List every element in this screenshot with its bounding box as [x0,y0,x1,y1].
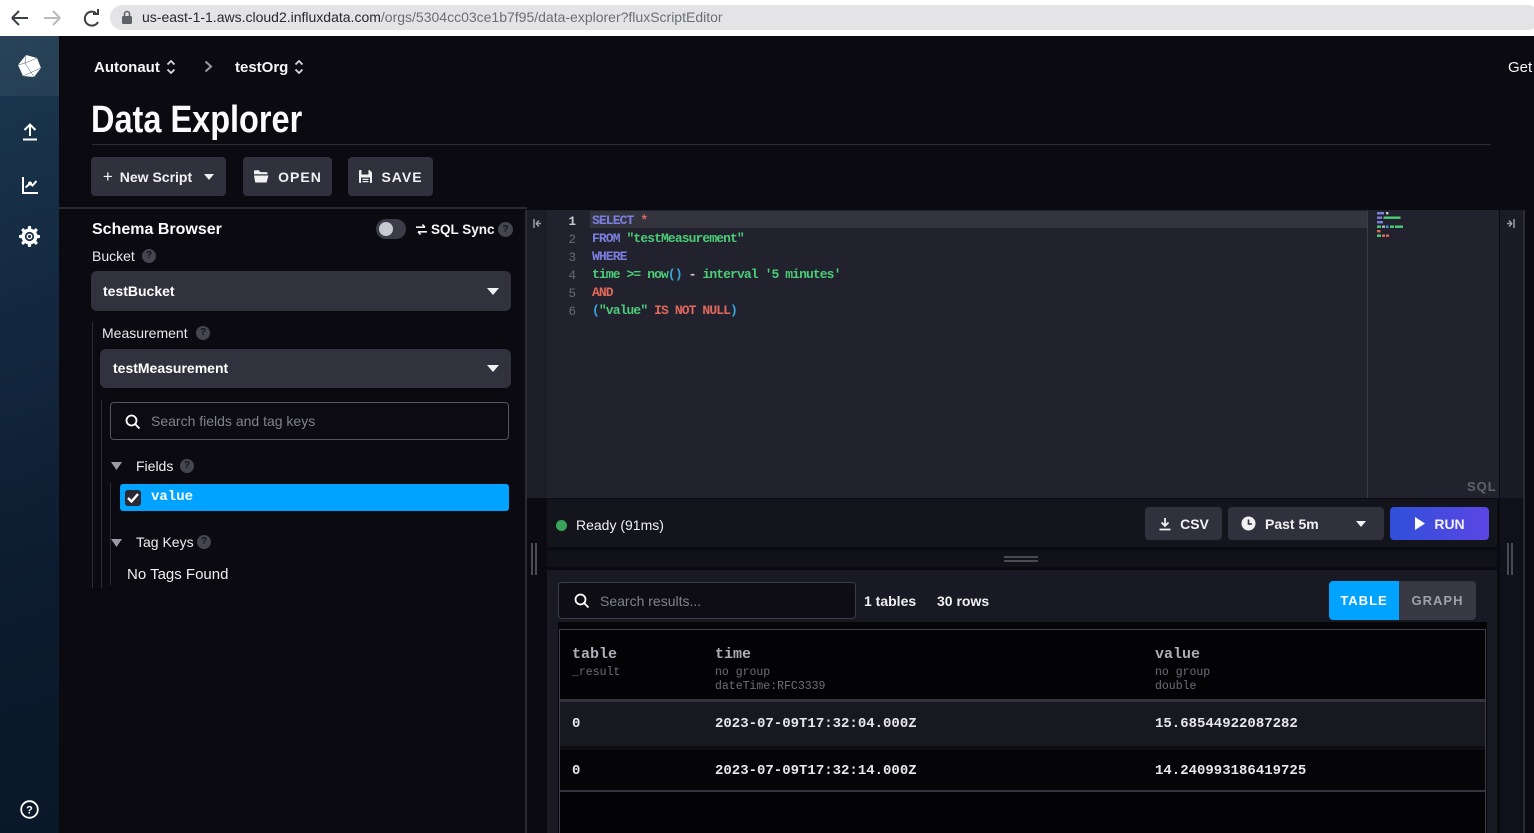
svg-text:?: ? [26,805,33,817]
